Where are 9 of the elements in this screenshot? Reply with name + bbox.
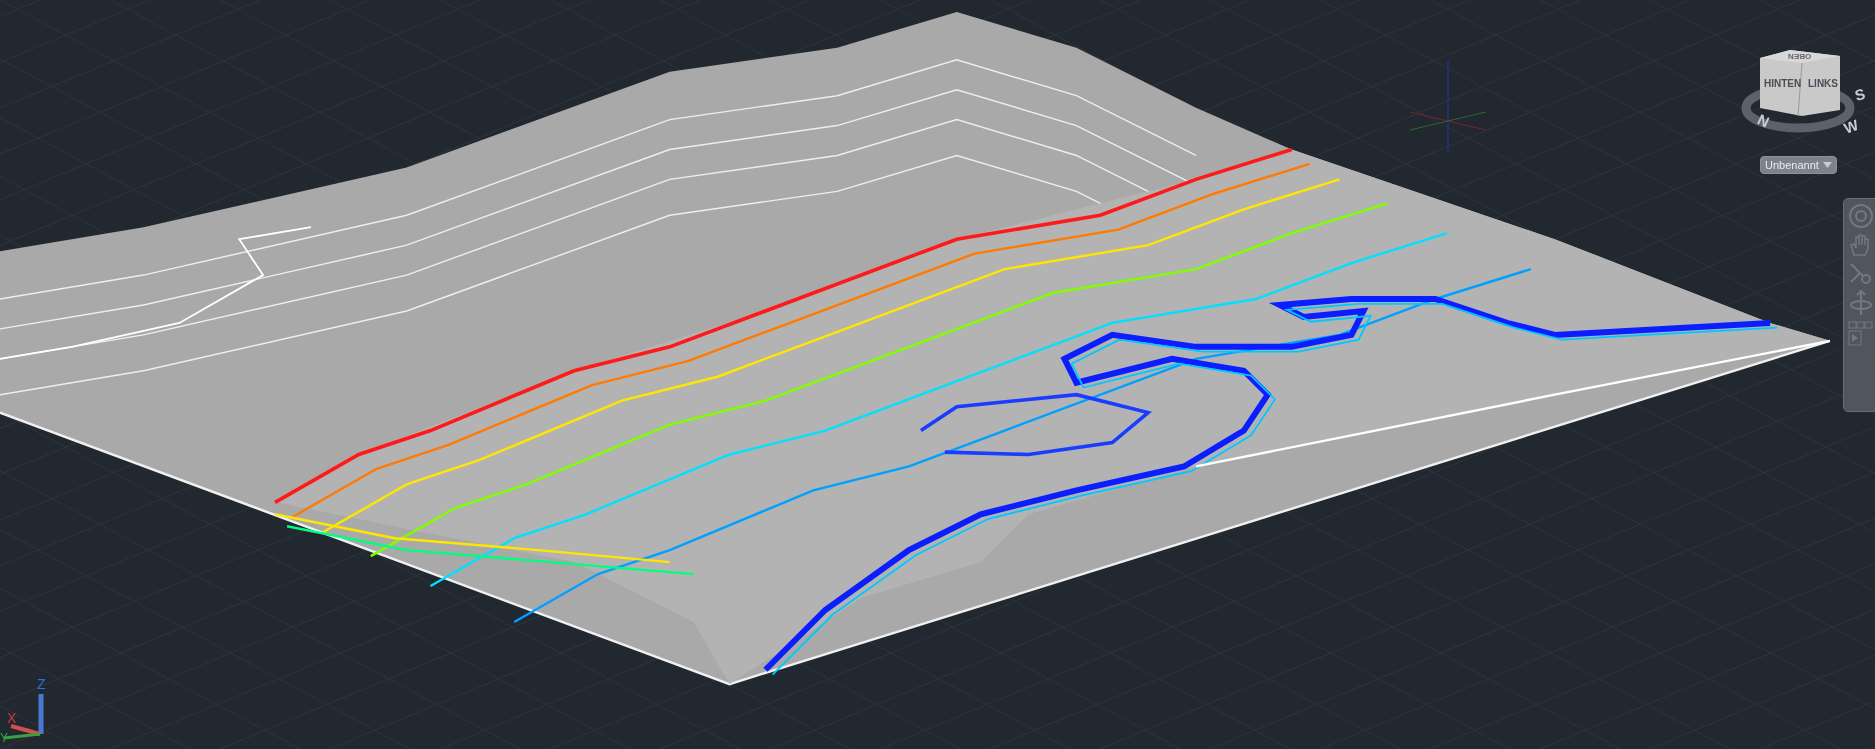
view-cube-face-label[interactable]: HINTEN bbox=[1764, 78, 1802, 89]
compass-direction[interactable]: W bbox=[1841, 116, 1861, 137]
y-axis-label: Y bbox=[0, 731, 8, 745]
z-axis-label: Z bbox=[37, 677, 46, 691]
compass-direction[interactable]: N bbox=[1754, 110, 1772, 131]
view-cube-face-label[interactable]: LINKS bbox=[1808, 78, 1838, 89]
x-axis-label: X bbox=[7, 711, 17, 725]
view-menu-dropdown[interactable]: Unbenannt bbox=[1760, 156, 1837, 174]
compass-direction[interactable]: S bbox=[1852, 85, 1868, 104]
